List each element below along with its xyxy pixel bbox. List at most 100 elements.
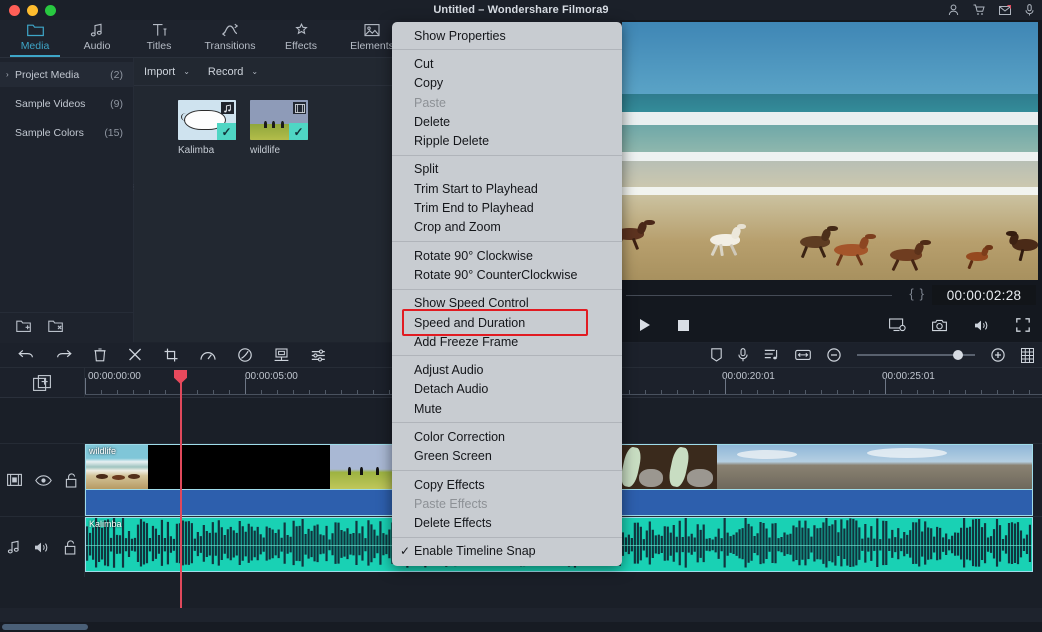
menu-item-label: Trim Start to Playhead xyxy=(414,181,538,196)
zoom-out-icon[interactable] xyxy=(827,348,841,362)
ruler-major-tick xyxy=(245,378,246,394)
delete-folder-icon[interactable] xyxy=(48,319,64,333)
speaker-icon[interactable] xyxy=(34,541,50,554)
scrollbar-thumb[interactable] xyxy=(2,624,88,630)
redo-icon[interactable] xyxy=(56,349,72,361)
menu-item-trim-end-to-playhead[interactable]: Trim End to Playhead xyxy=(392,198,622,217)
media-item-kalimba[interactable]: ✓ Kalimba xyxy=(178,100,236,156)
menu-item-rotate-90-clockwise[interactable]: Rotate 90° Clockwise xyxy=(392,246,622,265)
eye-icon[interactable] xyxy=(34,474,52,486)
sidebar-item-sample-videos[interactable]: Sample Videos (9) xyxy=(0,91,133,116)
undo-icon[interactable] xyxy=(18,349,34,361)
volume-icon[interactable] xyxy=(974,319,990,332)
menu-item-show-properties[interactable]: Show Properties xyxy=(392,26,622,45)
preview-timecode[interactable]: 00:00:02:28 xyxy=(932,285,1036,305)
thumbnail-toggle-icon[interactable] xyxy=(1021,347,1034,363)
zoom-slider-knob[interactable] xyxy=(953,350,963,360)
menu-item-trim-start-to-playhead[interactable]: Trim Start to Playhead xyxy=(392,179,622,198)
record-audio-icon[interactable] xyxy=(764,348,779,362)
fullscreen-icon[interactable] xyxy=(1016,318,1030,332)
in-out-markers[interactable]: {} xyxy=(909,286,930,301)
menu-item-show-speed-control[interactable]: Show Speed Control xyxy=(392,294,622,313)
menu-item-ripple-delete[interactable]: Ripple Delete xyxy=(392,131,622,150)
unlock-icon[interactable] xyxy=(65,472,78,488)
clip-context-menu[interactable]: Show Properties Cut Copy Paste Delete Ripple … xyxy=(392,22,622,567)
cart-icon[interactable] xyxy=(973,4,985,16)
mail-icon[interactable] xyxy=(999,4,1011,16)
menu-item-label: Color Correction xyxy=(414,429,506,444)
stop-icon[interactable] xyxy=(678,319,689,331)
tab-media[interactable]: Media xyxy=(4,19,66,57)
audio-mixer-icon[interactable] xyxy=(311,348,326,362)
menu-item-detach-audio[interactable]: Detach Audio xyxy=(392,380,622,399)
import-button[interactable]: Import ⌄ xyxy=(144,66,190,78)
unlock-icon[interactable] xyxy=(64,539,77,555)
ruler-minor-tick xyxy=(773,390,774,394)
menu-item-copy[interactable]: Copy xyxy=(392,74,622,93)
zoom-in-icon[interactable] xyxy=(991,348,1005,362)
zoom-slider[interactable] xyxy=(857,348,975,362)
menu-item-copy-effects[interactable]: Copy Effects xyxy=(392,475,622,494)
record-button[interactable]: Record ⌄ xyxy=(208,66,258,78)
ruler-minor-tick xyxy=(661,390,662,394)
play-icon[interactable] xyxy=(640,319,650,331)
menu-item-green-screen[interactable]: Green Screen xyxy=(392,447,622,466)
sidebar-count-sample-videos: (9) xyxy=(110,97,123,110)
delete-icon[interactable] xyxy=(94,348,106,362)
transitions-icon xyxy=(222,22,238,38)
preview-video[interactable] xyxy=(622,22,1038,280)
render-settings-icon[interactable] xyxy=(889,318,906,332)
title-bar: Untitled – Wondershare Filmora9 xyxy=(0,0,1042,20)
music-note-icon[interactable] xyxy=(7,540,21,554)
ruler-minor-tick xyxy=(325,390,326,394)
menu-item-split[interactable]: Split xyxy=(392,160,622,179)
sidebar-item-sample-colors[interactable]: Sample Colors (15) xyxy=(0,120,133,145)
import-label: Import xyxy=(144,65,176,78)
ruler-minor-tick xyxy=(933,390,934,394)
media-thumbnail-kalimba[interactable]: ✓ xyxy=(178,100,236,140)
menu-item-enable-timeline-snap[interactable]: ✓ Enable Timeline Snap xyxy=(392,542,622,561)
pan-zoom-icon[interactable] xyxy=(274,348,289,362)
menu-item-cut[interactable]: Cut xyxy=(392,54,622,73)
ruler-minor-tick xyxy=(677,390,678,394)
menu-item-adjust-audio[interactable]: Adjust Audio xyxy=(392,360,622,379)
tab-titles[interactable]: Titles xyxy=(128,19,190,57)
tab-audio[interactable]: Audio xyxy=(66,19,128,57)
scrubber-track[interactable] xyxy=(626,295,892,296)
preview-scrubber[interactable]: {} 00:00:02:28 xyxy=(620,282,1042,308)
menu-item-rotate-90-counterclockwise[interactable]: Rotate 90° CounterClockwise xyxy=(392,265,622,284)
media-item-wildlife[interactable]: ✓ wildlife xyxy=(250,100,308,156)
fit-timeline-icon[interactable] xyxy=(795,349,811,361)
menu-separator xyxy=(392,536,622,538)
tab-transitions[interactable]: Transitions xyxy=(190,19,270,57)
playhead-line[interactable] xyxy=(180,398,182,608)
mark-in-icon[interactable]: { xyxy=(909,286,919,301)
track-kind-video-icon[interactable] xyxy=(6,473,22,487)
media-thumbnail-wildlife[interactable]: ✓ xyxy=(250,100,308,140)
color-icon[interactable] xyxy=(238,348,252,362)
new-folder-icon[interactable] xyxy=(16,319,32,333)
account-icon[interactable] xyxy=(948,4,959,16)
snapshot-icon[interactable] xyxy=(932,319,948,332)
crop-icon[interactable] xyxy=(164,348,178,362)
tab-label-audio: Audio xyxy=(83,40,111,52)
speed-icon[interactable] xyxy=(200,349,216,362)
split-icon[interactable] xyxy=(128,348,142,362)
tab-effects[interactable]: Effects xyxy=(270,19,332,57)
microphone-icon[interactable] xyxy=(1025,4,1034,16)
menu-item-speed-and-duration[interactable]: Speed and Duration xyxy=(392,313,622,332)
mark-out-icon[interactable]: } xyxy=(920,286,930,301)
marker-icon[interactable] xyxy=(711,348,722,362)
menu-item-crop-and-zoom[interactable]: Crop and Zoom xyxy=(392,218,622,237)
menu-item-label: Cut xyxy=(414,56,434,71)
menu-item-mute[interactable]: Mute xyxy=(392,399,622,418)
sidebar-item-project-media[interactable]: › Project Media (2) xyxy=(0,62,133,87)
add-track-button[interactable] xyxy=(0,368,85,398)
timeline-horizontal-scrollbar[interactable] xyxy=(0,622,1042,632)
menu-item-color-correction[interactable]: Color Correction xyxy=(392,427,622,446)
ruler-label-1: 00:00:05:00 xyxy=(245,371,298,382)
voiceover-icon[interactable] xyxy=(738,348,748,362)
menu-item-add-freeze-frame[interactable]: Add Freeze Frame xyxy=(392,332,622,351)
menu-item-delete-effects[interactable]: Delete Effects xyxy=(392,514,622,533)
menu-item-delete[interactable]: Delete xyxy=(392,112,622,131)
